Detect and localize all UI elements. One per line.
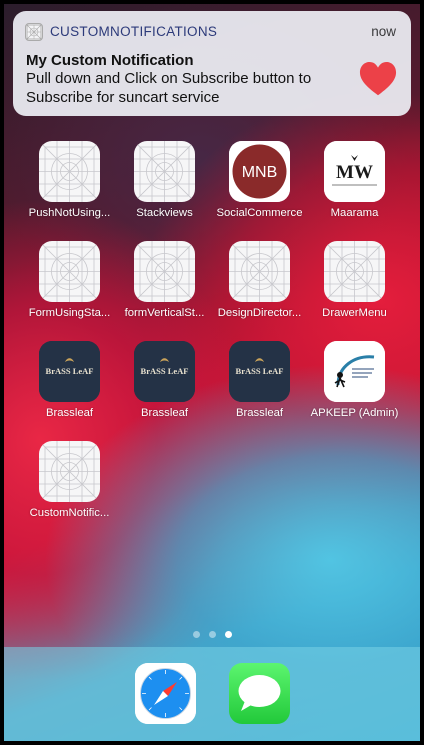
brassleaf-logo-text: BrASS LeAF xyxy=(236,366,284,376)
dock xyxy=(4,647,420,741)
notification-app-name: CUSTOMNOTIFICATIONS xyxy=(50,24,218,39)
placeholder-icon xyxy=(39,441,100,502)
brassleaf-logo-icon: BrASS LeAF xyxy=(39,341,100,402)
apkeep-logo-icon xyxy=(324,341,385,402)
brassleaf-logo-text: BrASS LeAF xyxy=(46,366,94,376)
notification-title: My Custom Notification xyxy=(26,52,194,69)
maarama-logo-text: MW xyxy=(336,162,373,183)
app-brassleaf-3[interactable]: BrASS LeAF Brassleaf xyxy=(212,341,307,441)
app-label: PushNotUsing... xyxy=(28,207,111,219)
app-designdirector[interactable]: DesignDirector... xyxy=(212,241,307,341)
brassleaf-logo-text: BrASS LeAF xyxy=(141,366,189,376)
app-label: APKEEP (Admin) xyxy=(310,407,399,419)
page-dot[interactable] xyxy=(209,631,216,638)
app-brassleaf-1[interactable]: BrASS LeAF Brassleaf xyxy=(22,341,117,441)
app-customnotific[interactable]: CustomNotific... xyxy=(22,441,117,541)
notification-body: Pull down and Click on Subscribe button … xyxy=(26,70,312,106)
app-label: formVerticalSt... xyxy=(124,307,205,319)
app-drawermenu[interactable]: DrawerMenu xyxy=(307,241,402,341)
page-indicator[interactable] xyxy=(193,631,238,639)
app-placeholder-icon xyxy=(25,23,43,41)
heart-icon xyxy=(359,61,397,96)
placeholder-icon xyxy=(324,241,385,302)
home-screen: CUSTOMNOTIFICATIONS now My Custom Notifi… xyxy=(0,0,424,745)
messages-icon[interactable] xyxy=(229,663,290,724)
app-formusingsta[interactable]: FormUsingSta... xyxy=(22,241,117,341)
placeholder-icon xyxy=(134,141,195,202)
placeholder-icon xyxy=(39,141,100,202)
app-label: Maarama xyxy=(330,207,379,219)
placeholder-icon xyxy=(229,241,290,302)
notification-banner[interactable]: CUSTOMNOTIFICATIONS now My Custom Notifi… xyxy=(13,11,411,116)
mnb-logo-text: MNB xyxy=(242,164,278,181)
safari-icon[interactable] xyxy=(135,663,196,724)
app-label: DrawerMenu xyxy=(322,307,387,319)
page-dot[interactable] xyxy=(193,631,200,638)
app-label: Brassleaf xyxy=(140,407,189,419)
app-maarama[interactable]: MW Maarama xyxy=(307,141,402,241)
notification-time: now xyxy=(371,24,396,39)
placeholder-icon xyxy=(39,241,100,302)
placeholder-icon xyxy=(134,241,195,302)
brassleaf-logo-icon: BrASS LeAF xyxy=(134,341,195,402)
app-formverticalst[interactable]: formVerticalSt... xyxy=(117,241,212,341)
app-stackviews[interactable]: Stackviews xyxy=(117,141,212,241)
app-socialcommerce[interactable]: MNB SocialCommerce xyxy=(212,141,307,241)
page-dot-active[interactable] xyxy=(225,631,232,638)
app-brassleaf-2[interactable]: BrASS LeAF Brassleaf xyxy=(117,341,212,441)
app-label: Brassleaf xyxy=(45,407,94,419)
app-pushnotusing[interactable]: PushNotUsing... xyxy=(22,141,117,241)
app-label: CustomNotific... xyxy=(29,507,110,519)
app-apkeep-admin[interactable]: APKEEP (Admin) xyxy=(307,341,402,441)
maarama-logo-icon: MW xyxy=(324,141,385,202)
app-label: SocialCommerce xyxy=(216,207,303,219)
app-label: Stackviews xyxy=(136,207,193,219)
mnb-logo-icon: MNB xyxy=(229,141,290,202)
brassleaf-logo-icon: BrASS LeAF xyxy=(229,341,290,402)
app-label: DesignDirector... xyxy=(217,307,302,319)
app-label: Brassleaf xyxy=(235,407,284,419)
app-label: FormUsingSta... xyxy=(28,307,111,319)
